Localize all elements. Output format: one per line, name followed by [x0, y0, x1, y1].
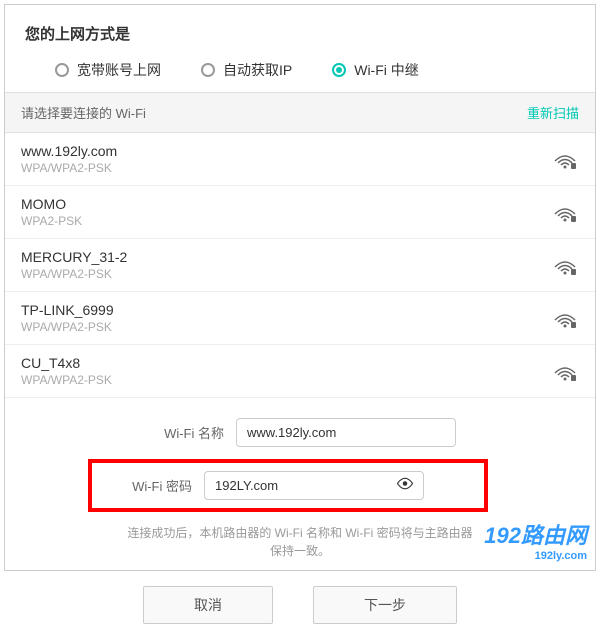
connection-mode-group: 宽带账号上网 自动获取IP Wi-Fi 中继 — [25, 60, 575, 80]
wifi-password-input[interactable] — [204, 471, 424, 500]
radio-label: 宽带账号上网 — [77, 60, 161, 80]
radio-auto-ip[interactable]: 自动获取IP — [201, 60, 292, 80]
radio-broadband[interactable]: 宽带账号上网 — [55, 60, 161, 80]
wifi-info: CU_T4x8 WPA/WPA2-PSK — [21, 355, 112, 387]
wifi-password-label: Wi-Fi 密码 — [112, 476, 192, 495]
highlight-box: Wi-Fi 密码 — [88, 459, 488, 512]
wifi-item[interactable]: www.192ly.com WPA/WPA2-PSK — [5, 133, 595, 186]
form-hint: 连接成功后，本机路由器的 Wi-Fi 名称和 Wi-Fi 密码将与主路由器保持一… — [45, 524, 555, 560]
wifi-signal-icon — [551, 361, 579, 381]
password-input-wrapper — [204, 471, 424, 500]
list-prompt: 请选择要连接的 Wi-Fi — [21, 103, 146, 122]
wifi-signal-icon — [551, 149, 579, 169]
wifi-name: www.192ly.com — [21, 143, 117, 159]
settings-panel: 您的上网方式是 宽带账号上网 自动获取IP Wi-Fi 中继 请选择要连接的 W… — [4, 4, 596, 571]
wifi-security: WPA/WPA2-PSK — [21, 373, 112, 387]
wifi-list: www.192ly.com WPA/WPA2-PSK MOMO WPA2-PSK… — [5, 133, 595, 398]
wifi-item[interactable]: MOMO WPA2-PSK — [5, 186, 595, 239]
radio-icon — [201, 63, 215, 77]
wifi-name: TP-LINK_6999 — [21, 302, 114, 318]
wifi-info: www.192ly.com WPA/WPA2-PSK — [21, 143, 117, 175]
wifi-name-label: Wi-Fi 名称 — [144, 423, 224, 442]
header: 您的上网方式是 宽带账号上网 自动获取IP Wi-Fi 中继 — [5, 5, 595, 92]
wifi-item[interactable]: TP-LINK_6999 WPA/WPA2-PSK — [5, 292, 595, 345]
wifi-signal-icon — [551, 255, 579, 275]
wifi-signal-icon — [551, 308, 579, 328]
wifi-info: TP-LINK_6999 WPA/WPA2-PSK — [21, 302, 114, 334]
wifi-info: MOMO WPA2-PSK — [21, 196, 82, 228]
page-title: 您的上网方式是 — [25, 23, 575, 44]
wifi-name: MOMO — [21, 196, 82, 212]
form-section: Wi-Fi 名称 Wi-Fi 密码 连接成功后，本机路由器的 Wi-Fi 名称和… — [5, 398, 595, 570]
wifi-name: CU_T4x8 — [21, 355, 112, 371]
wifi-info: MERCURY_31-2 WPA/WPA2-PSK — [21, 249, 127, 281]
wifi-item[interactable]: MERCURY_31-2 WPA/WPA2-PSK — [5, 239, 595, 292]
toggle-password-icon[interactable] — [396, 474, 414, 497]
button-row: 取消 下一步 — [5, 570, 595, 640]
wifi-security: WPA/WPA2-PSK — [21, 320, 114, 334]
cancel-button[interactable]: 取消 — [143, 586, 273, 624]
radio-label: 自动获取IP — [223, 60, 292, 80]
wifi-security: WPA/WPA2-PSK — [21, 161, 117, 175]
wifi-security: WPA/WPA2-PSK — [21, 267, 127, 281]
radio-wifi-repeater[interactable]: Wi-Fi 中继 — [332, 60, 419, 80]
rescan-button[interactable]: 重新扫描 — [527, 103, 579, 122]
radio-label: Wi-Fi 中继 — [354, 60, 419, 80]
next-button[interactable]: 下一步 — [313, 586, 457, 624]
wifi-password-row: Wi-Fi 密码 — [45, 459, 555, 512]
wifi-name: MERCURY_31-2 — [21, 249, 127, 265]
wifi-item[interactable]: CU_T4x8 WPA/WPA2-PSK — [5, 345, 595, 398]
wifi-name-input[interactable] — [236, 418, 456, 447]
radio-icon — [55, 63, 69, 77]
radio-icon — [332, 63, 346, 77]
wifi-name-row: Wi-Fi 名称 — [45, 418, 555, 447]
wifi-list-header: 请选择要连接的 Wi-Fi 重新扫描 — [5, 92, 595, 133]
wifi-signal-icon — [551, 202, 579, 222]
wifi-security: WPA2-PSK — [21, 214, 82, 228]
